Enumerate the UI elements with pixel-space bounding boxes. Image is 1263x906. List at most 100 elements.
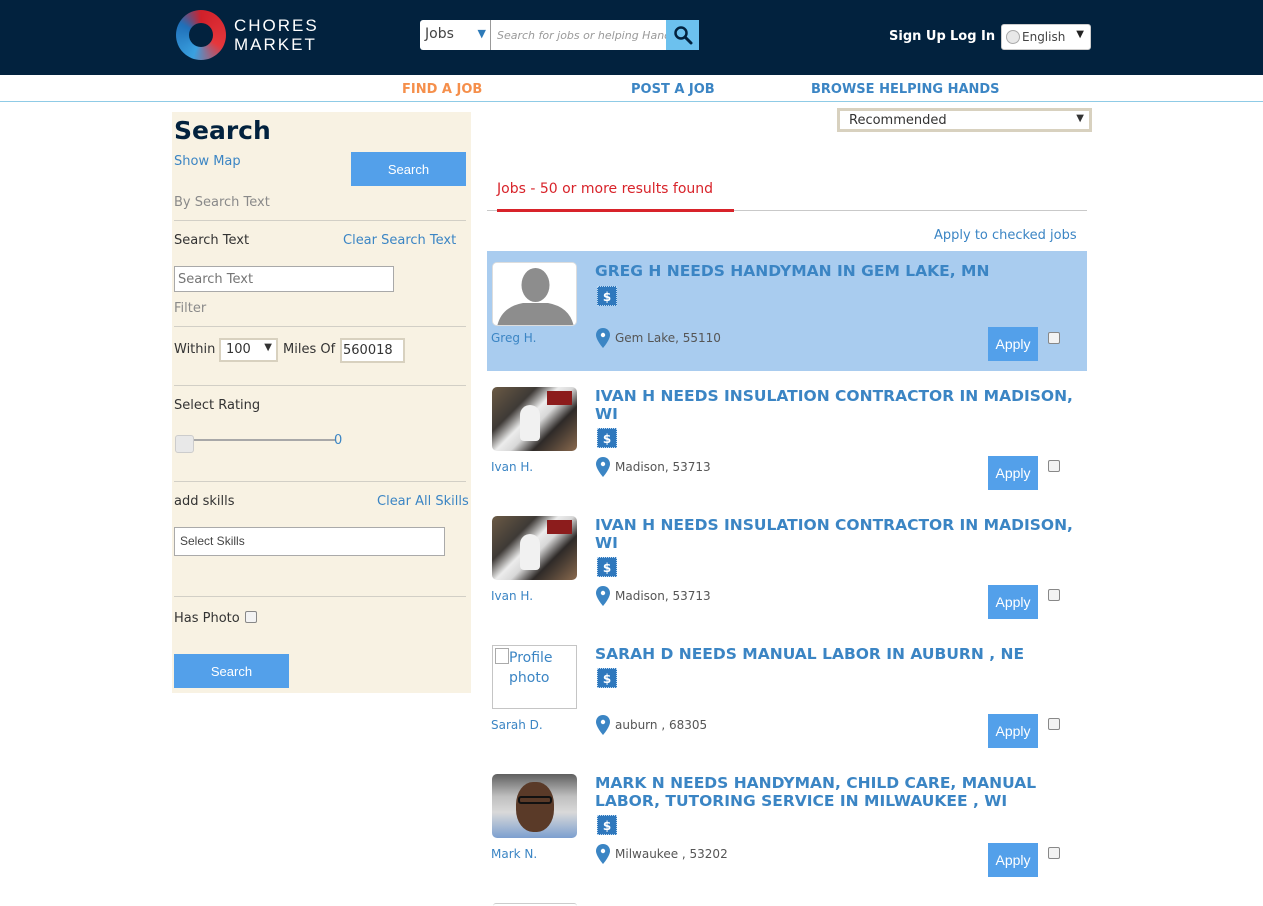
apply-button[interactable]: Apply: [988, 843, 1038, 877]
show-map-link[interactable]: Show Map: [174, 154, 241, 169]
top-header: CHORES MARKET Jobs ▼ Sign Up Log In Engl…: [0, 0, 1263, 75]
logo-text: CHORES MARKET: [234, 16, 319, 54]
job-location: Gem Lake, 55110: [615, 331, 721, 345]
poster-photo[interactable]: [492, 774, 577, 838]
global-search-input[interactable]: [491, 20, 666, 50]
paid-job-icon: $: [597, 668, 617, 688]
chevron-down-icon: ▼: [1076, 113, 1084, 124]
results-count-tab[interactable]: Jobs - 50 or more results found: [497, 181, 713, 197]
clear-all-skills-link[interactable]: Clear All Skills: [377, 494, 469, 509]
rating-slider-handle[interactable]: [175, 435, 194, 453]
nav-post-a-job[interactable]: POST A JOB: [631, 82, 715, 97]
job-listing[interactable]: Ivan H. IVAN H NEEDS INSULATION CONTRACT…: [487, 505, 1087, 625]
job-location: Milwaukee , 53202: [615, 847, 728, 861]
job-listing[interactable]: Greg H. GREG H NEEDS HANDYMAN IN GEM LAK…: [487, 251, 1087, 371]
job-title-link[interactable]: MARK N NEEDS HANDYMAN, CHILD CARE, MANUA…: [595, 774, 1075, 810]
broken-image-icon: [495, 648, 509, 664]
clear-search-text-link[interactable]: Clear Search Text: [343, 233, 456, 248]
job-listing[interactable]: Ivan H. IVAN H NEEDS INSULATION CONTRACT…: [487, 376, 1087, 496]
sidebar-search-button[interactable]: Search: [351, 152, 466, 186]
poster-name-link[interactable]: Ivan H.: [491, 589, 533, 603]
poster-photo[interactable]: [492, 516, 577, 580]
job-title-link[interactable]: SARAH D NEEDS MANUAL LABOR IN AUBURN , N…: [595, 645, 1075, 663]
location-pin-icon: [596, 457, 610, 477]
job-select-checkbox[interactable]: [1048, 718, 1060, 730]
divider: [174, 220, 466, 221]
divider: [174, 596, 466, 597]
poster-photo[interactable]: [492, 387, 577, 451]
zip-code-value: 560018: [343, 343, 393, 358]
search-category-select[interactable]: Jobs ▼: [420, 20, 491, 50]
within-miles-value: 100: [226, 342, 251, 357]
job-select-checkbox[interactable]: [1048, 589, 1060, 601]
job-title-link[interactable]: IVAN H NEEDS INSULATION CONTRACTOR IN MA…: [595, 516, 1075, 552]
rating-value: 0: [334, 433, 343, 448]
zip-code-input[interactable]: 560018: [340, 338, 405, 363]
job-location: Madison, 53713: [615, 460, 711, 474]
job-select-checkbox[interactable]: [1048, 460, 1060, 472]
apply-to-checked-jobs-link[interactable]: Apply to checked jobs: [934, 228, 1077, 243]
miles-of-label: Miles Of: [283, 342, 336, 357]
poster-photo[interactable]: [492, 262, 577, 326]
location-pin-icon: [596, 715, 610, 735]
by-search-text-heading: By Search Text: [174, 195, 270, 210]
language-select[interactable]: English ▼: [1001, 24, 1091, 50]
job-title-link[interactable]: IVAN H NEEDS INSULATION CONTRACTOR IN MA…: [595, 387, 1075, 423]
paid-job-icon: $: [597, 815, 617, 835]
within-label: Within: [174, 342, 216, 357]
globe-icon: [1006, 30, 1020, 44]
nav-find-a-job[interactable]: FIND A JOB: [402, 82, 482, 97]
poster-name-link[interactable]: Sarah D.: [491, 718, 543, 732]
filter-heading: Filter: [174, 301, 207, 316]
poster-name-link[interactable]: Greg H.: [491, 331, 536, 345]
apply-button[interactable]: Apply: [988, 585, 1038, 619]
within-miles-select[interactable]: 100 ▼: [219, 338, 278, 362]
nav-browse-helping-hands[interactable]: BROWSE HELPING HANDS: [811, 82, 1000, 97]
poster-photo[interactable]: Profile photo: [492, 645, 577, 709]
select-skills-input[interactable]: Select Skills: [174, 527, 445, 556]
paid-job-icon: $: [597, 286, 617, 306]
search-sidebar: Search Show Map Search By Search Text Se…: [172, 112, 471, 693]
photo-detail: [520, 534, 540, 570]
rating-slider-track[interactable]: [192, 439, 335, 441]
active-tab-underline: [497, 209, 734, 212]
has-photo-label: Has Photo: [174, 611, 240, 626]
poster-name-link[interactable]: Ivan H.: [491, 460, 533, 474]
search-text-label: Search Text: [174, 233, 250, 248]
log-in-link[interactable]: Log In: [950, 29, 995, 44]
photo-detail: [518, 796, 552, 804]
sidebar-bottom-search-button[interactable]: Search: [174, 654, 289, 688]
search-icon: [673, 26, 692, 45]
job-title-link[interactable]: GREG H NEEDS HANDYMAN IN GEM LAKE, MN: [595, 262, 1075, 280]
search-text-input[interactable]: [174, 266, 394, 292]
sort-value: Recommended: [849, 113, 947, 128]
apply-button[interactable]: Apply: [988, 327, 1038, 361]
language-value: English: [1022, 30, 1066, 44]
job-select-checkbox[interactable]: [1048, 847, 1060, 859]
poster-name-link[interactable]: Mark N.: [491, 847, 537, 861]
default-avatar-icon: [493, 263, 576, 325]
location-pin-icon: [596, 844, 610, 864]
job-select-checkbox[interactable]: [1048, 332, 1060, 344]
main-nav: FIND A JOB POST A JOB BROWSE HELPING HAN…: [0, 75, 1263, 102]
chevron-down-icon: ▼: [1076, 29, 1084, 40]
chores-market-logo[interactable]: CHORES MARKET: [176, 10, 319, 62]
photo-detail: [547, 520, 572, 534]
job-location: auburn , 68305: [615, 718, 708, 732]
paid-job-icon: $: [597, 428, 617, 448]
apply-button[interactable]: Apply: [988, 714, 1038, 748]
search-category-value: Jobs: [425, 26, 454, 42]
sort-select[interactable]: Recommended ▼: [837, 108, 1092, 132]
has-photo-checkbox[interactable]: [245, 611, 257, 623]
job-location: Madison, 53713: [615, 589, 711, 603]
job-listing[interactable]: Mark N. MARK N NEEDS HANDYMAN, CHILD CAR…: [487, 763, 1087, 883]
location-pin-icon: [596, 328, 610, 348]
sign-up-link[interactable]: Sign Up: [889, 29, 946, 44]
job-listing[interactable]: Profile photo Sarah D. SARAH D NEEDS MAN…: [487, 634, 1087, 754]
photo-detail: [547, 391, 572, 405]
search-submit-button[interactable]: [666, 20, 699, 50]
photo-detail: [520, 405, 540, 441]
apply-button[interactable]: Apply: [988, 456, 1038, 490]
add-skills-label: add skills: [174, 494, 235, 509]
paid-job-icon: $: [597, 557, 617, 577]
